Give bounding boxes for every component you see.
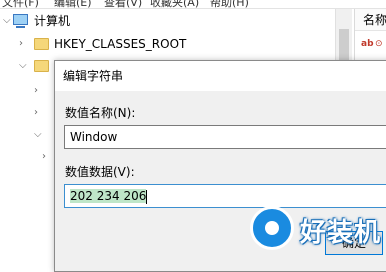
chevron-down-icon[interactable]: ⌵ (34, 129, 44, 140)
menu-bar: 文件(F) 编辑(E) 查看(V) 收藏夹(A) 帮助(H) (0, 0, 386, 9)
value-data-label: 数值数据(V): (65, 165, 135, 179)
menu-file[interactable]: 文件(F) (2, 0, 39, 8)
chevron-right-icon[interactable]: › (34, 85, 44, 96)
menu-edit[interactable]: 编辑(E) (54, 0, 92, 8)
folder-icon (34, 60, 49, 72)
watermark-text: 好装机 (300, 218, 382, 248)
dialog-title: 编辑字符串 (63, 69, 124, 83)
chevron-right-icon[interactable]: › (42, 151, 52, 162)
computer-icon (13, 14, 28, 28)
binary-value-icon: ⊙ (375, 39, 383, 49)
tree-item-label: HKEY_CLASSES_ROOT (54, 37, 187, 51)
menu-view[interactable]: 查看(V) (104, 0, 142, 8)
chevron-down-icon[interactable]: ⌵ (3, 10, 13, 32)
chevron-down-icon[interactable]: ⌵ (19, 55, 29, 77)
tree-item-computer[interactable]: ⌵ 计算机 (0, 10, 330, 32)
menu-favorites[interactable]: 收藏夹(A) (150, 0, 199, 8)
text-caret (146, 189, 148, 204)
column-header-name[interactable]: 名称 (355, 9, 386, 31)
chevron-right-icon[interactable]: › (34, 107, 44, 118)
watermark-icon (250, 206, 294, 250)
menu-help[interactable]: 帮助(H) (210, 0, 249, 8)
scrollbar-thumb[interactable] (339, 29, 349, 63)
tree-item-hkey-classes-root[interactable]: › HKEY_CLASSES_ROOT (0, 33, 330, 55)
folder-icon (34, 38, 49, 50)
value-name-field[interactable]: Window (64, 125, 386, 149)
watermark-logo: 好装机 (250, 202, 386, 256)
selected-text: 202 234 206 (70, 189, 147, 203)
value-name-label: 数值名称(N): (65, 106, 136, 120)
chevron-right-icon[interactable]: › (19, 33, 29, 55)
string-value-icon: ab (361, 39, 374, 49)
tree-item-label: 计算机 (34, 14, 71, 28)
